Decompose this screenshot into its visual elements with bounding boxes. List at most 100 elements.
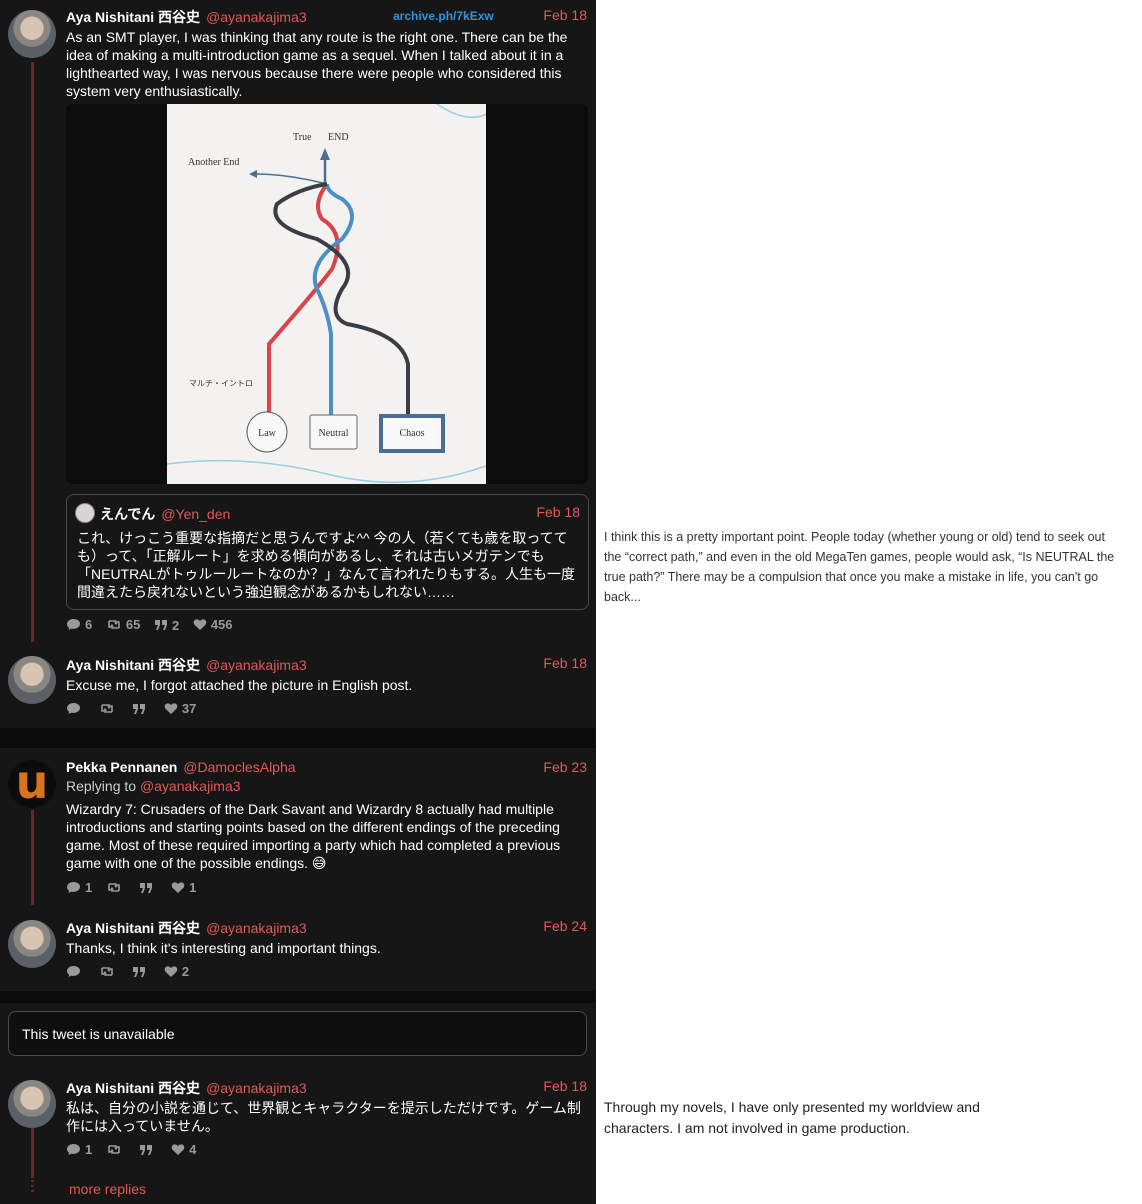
reply-count: 1 bbox=[85, 880, 93, 895]
tweet-date[interactable]: Feb 23 bbox=[543, 759, 587, 775]
quote-button[interactable] bbox=[132, 966, 150, 978]
tweet-header: Aya Nishitani 西谷史 @ayanakajima3 Feb 18 bbox=[66, 7, 587, 25]
archive-link[interactable]: archive.ph/7kExw bbox=[393, 9, 494, 23]
thread-divider bbox=[0, 991, 596, 1003]
tweet-date[interactable]: Feb 24 bbox=[543, 918, 587, 934]
heart-icon bbox=[193, 619, 207, 630]
retweet-button[interactable]: 65 bbox=[106, 617, 140, 632]
more-replies-dots-icon bbox=[31, 1180, 34, 1194]
author-name[interactable]: Aya Nishitani 西谷史 bbox=[66, 1080, 200, 1096]
reply-button[interactable]: 1 bbox=[66, 880, 92, 895]
quote-button[interactable] bbox=[139, 1144, 157, 1156]
quote-icon bbox=[140, 1145, 153, 1155]
author-handle[interactable]: @DamoclesAlpha bbox=[183, 759, 295, 775]
retweet-button[interactable] bbox=[99, 702, 119, 715]
like-count: 456 bbox=[210, 617, 233, 632]
reply-button[interactable]: 6 bbox=[66, 617, 92, 632]
like-button[interactable]: 1 bbox=[171, 880, 196, 895]
end-label: END bbox=[328, 132, 349, 143]
avatar-letter-u-icon: u bbox=[15, 760, 49, 808]
tweet-text: As an SMT player, I was thinking that an… bbox=[66, 29, 568, 99]
retweet-button[interactable] bbox=[106, 881, 126, 894]
heart-icon bbox=[171, 1144, 185, 1155]
retweet-icon bbox=[100, 967, 113, 976]
like-count: 4 bbox=[189, 1142, 197, 1157]
tweet-header: Aya Nishitani 西谷史 @ayanakajima3 Feb 24 bbox=[66, 918, 587, 936]
like-button[interactable]: 37 bbox=[164, 701, 196, 716]
author-handle[interactable]: @ayanakajima3 bbox=[206, 9, 307, 25]
more-replies-link[interactable]: more replies bbox=[69, 1181, 146, 1197]
avatar[interactable] bbox=[8, 920, 56, 968]
quote-icon bbox=[140, 883, 153, 893]
heart-icon bbox=[164, 966, 178, 977]
retweet-icon bbox=[108, 883, 120, 892]
translation-note: I think this is a pretty important point… bbox=[604, 530, 1115, 604]
like-button[interactable]: 2 bbox=[164, 964, 189, 979]
avatar[interactable] bbox=[8, 1080, 56, 1128]
chaos-label: Chaos bbox=[400, 428, 425, 439]
quote-count: 2 bbox=[171, 617, 180, 633]
unavailable-tweet: This tweet is unavailable bbox=[8, 1011, 587, 1056]
quote-button[interactable] bbox=[139, 882, 157, 894]
author-name[interactable]: Aya Nishitani 西谷史 bbox=[66, 9, 200, 25]
replying-to: Replying to @ayanakajima3 bbox=[66, 778, 241, 794]
quote-date: Feb 18 bbox=[536, 504, 580, 520]
author-handle[interactable]: @ayanakajima3 bbox=[206, 920, 307, 936]
retweet-button[interactable] bbox=[99, 965, 119, 978]
like-button[interactable]: 456 bbox=[193, 617, 233, 632]
author-name[interactable]: Aya Nishitani 西谷史 bbox=[66, 657, 200, 673]
comment-icon bbox=[67, 1144, 80, 1155]
another-end-label: Another End bbox=[188, 157, 239, 168]
like-button[interactable]: 4 bbox=[171, 1142, 196, 1157]
author-handle[interactable]: @ayanakajima3 bbox=[206, 657, 307, 673]
route-diagram-svg: True END Another End マルチ・イントロ Law Neutra… bbox=[166, 104, 487, 484]
tweet-stats: 1 1 bbox=[66, 880, 206, 896]
law-label: Law bbox=[258, 428, 277, 439]
thread-line bbox=[31, 810, 34, 905]
tweet-date[interactable]: Feb 18 bbox=[543, 655, 587, 671]
comment-icon bbox=[67, 966, 80, 977]
author-name[interactable]: Pekka Pennanen bbox=[66, 759, 177, 775]
multi-intro-label: マルチ・イントロ bbox=[189, 379, 253, 388]
author-name[interactable]: Aya Nishitani 西谷史 bbox=[66, 920, 200, 936]
quote-header: えんでん @Yen_den Feb 18 bbox=[100, 504, 580, 524]
avatar[interactable] bbox=[8, 10, 56, 58]
tweet-date[interactable]: Feb 18 bbox=[543, 1078, 587, 1094]
quote-icon bbox=[133, 704, 146, 714]
tweet-text: 私は、自分の小説を通じて、世界観とキャラクターを提示しただけです。ゲーム制作には… bbox=[66, 1100, 581, 1134]
quote-button[interactable]: 2 bbox=[154, 618, 179, 633]
tweet-stats: 37 bbox=[66, 701, 206, 717]
neutral-label: Neutral bbox=[319, 428, 349, 439]
like-count: 37 bbox=[181, 701, 197, 716]
thread-line bbox=[31, 62, 34, 642]
tweet-date[interactable]: Feb 18 bbox=[543, 7, 587, 23]
tweet-text: Thanks, I think it's interesting and imp… bbox=[66, 940, 381, 956]
another-end-arrow bbox=[254, 173, 328, 185]
replying-handle[interactable]: @ayanakajima3 bbox=[140, 778, 241, 794]
quote-icon bbox=[133, 967, 146, 977]
like-count: 2 bbox=[181, 964, 190, 979]
tweet-header: Pekka Pennanen @DamoclesAlpha Feb 23 bbox=[66, 759, 587, 777]
author-handle[interactable]: @ayanakajima3 bbox=[206, 1080, 307, 1096]
retweet-button[interactable] bbox=[106, 1143, 126, 1156]
tweet-header: Aya Nishitani 西谷史 @ayanakajima3 Feb 18 bbox=[66, 655, 587, 673]
tweet-text: Excuse me, I forgot attached the picture… bbox=[66, 677, 413, 693]
unavailable-text: This tweet is unavailable bbox=[22, 1026, 175, 1042]
avatar[interactable]: u bbox=[8, 760, 56, 808]
avatar bbox=[75, 503, 95, 523]
quote-author-handle: @Yen_den bbox=[161, 506, 231, 522]
like-count: 1 bbox=[189, 880, 197, 895]
reply-button[interactable] bbox=[66, 702, 85, 715]
quoted-tweet[interactable]: えんでん @Yen_den Feb 18 これ、けっこう重要な指摘だと思うんですよ… bbox=[66, 494, 589, 610]
reply-button[interactable] bbox=[66, 965, 85, 978]
avatar[interactable] bbox=[8, 656, 56, 704]
tweet-image[interactable]: True END Another End マルチ・イントロ Law Neutra… bbox=[66, 104, 588, 484]
quote-text: これ、けっこう重要な指摘だと思うんですよ^^ 今の人（若くても歳を取ってても）っ… bbox=[77, 530, 575, 600]
thread-line bbox=[31, 1128, 34, 1178]
tweet-stats: 6 65 2 456 bbox=[66, 617, 243, 633]
retweet-icon bbox=[108, 1145, 120, 1154]
reply-button[interactable]: 1 bbox=[66, 1142, 92, 1157]
tweet-header: Aya Nishitani 西谷史 @ayanakajima3 Feb 18 bbox=[66, 1078, 587, 1096]
replying-label: Replying to bbox=[66, 778, 137, 794]
quote-button[interactable] bbox=[132, 703, 150, 715]
